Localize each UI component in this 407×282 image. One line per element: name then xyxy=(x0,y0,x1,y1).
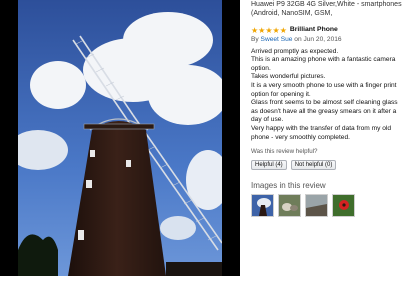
thumbnail-landscape[interactable] xyxy=(305,194,328,218)
star-icon: ★ xyxy=(251,26,259,35)
rating-row: ★ ★ ★ ★ ★ Brilliant Phone xyxy=(251,26,403,35)
review-line: Glass front seems to be almost self clea… xyxy=(251,99,398,124)
helpful-question: Was this review helpful? xyxy=(251,148,318,156)
windmill-photo xyxy=(18,0,222,276)
not-helpful-button[interactable]: Not helpful (0) xyxy=(290,159,337,170)
review-byline: By Sweet Sue on Jun 20, 2016 xyxy=(251,36,403,45)
thumbnail-flower[interactable] xyxy=(332,194,355,218)
star-icon: ★ xyxy=(279,26,287,35)
star-icon: ★ xyxy=(258,26,266,35)
images-heading: Images in this review xyxy=(251,180,326,190)
thumbnail-cats[interactable] xyxy=(278,194,301,218)
review-headline[interactable]: Brilliant Phone xyxy=(290,26,338,35)
review-body: Arrived promptly as expected. This is an… xyxy=(251,48,403,143)
star-rating: ★ ★ ★ ★ ★ xyxy=(251,26,287,35)
review-line: Arrived promptly as expected. xyxy=(251,47,339,55)
star-icon: ★ xyxy=(265,26,273,35)
review-photo[interactable] xyxy=(0,0,240,276)
helpful-button[interactable]: Helpful (4) xyxy=(251,159,287,170)
star-icon: ★ xyxy=(272,26,280,35)
review-line: Takes wonderful pictures. xyxy=(251,73,326,81)
review-panel: Huawei P9 32GB 4G Silver,White - smartph… xyxy=(251,0,403,218)
product-title[interactable]: Huawei P9 32GB 4G Silver,White - smartph… xyxy=(251,0,403,18)
thumbnail-windmill[interactable] xyxy=(251,194,274,218)
review-line: This is an amazing phone with a fantasti… xyxy=(251,56,396,72)
review-line: Very happy with the transfer of data fro… xyxy=(251,124,392,141)
tree xyxy=(18,234,58,276)
review-line: It is a very smooth phone to use with a … xyxy=(251,81,397,98)
vote-row: Helpful (4) Not helpful (0) xyxy=(251,159,403,170)
by-prefix: By xyxy=(251,36,259,43)
review-date: on Jun 20, 2016 xyxy=(294,36,342,43)
author-link[interactable]: Sweet Sue xyxy=(261,36,293,43)
image-thumbnails xyxy=(251,194,403,218)
